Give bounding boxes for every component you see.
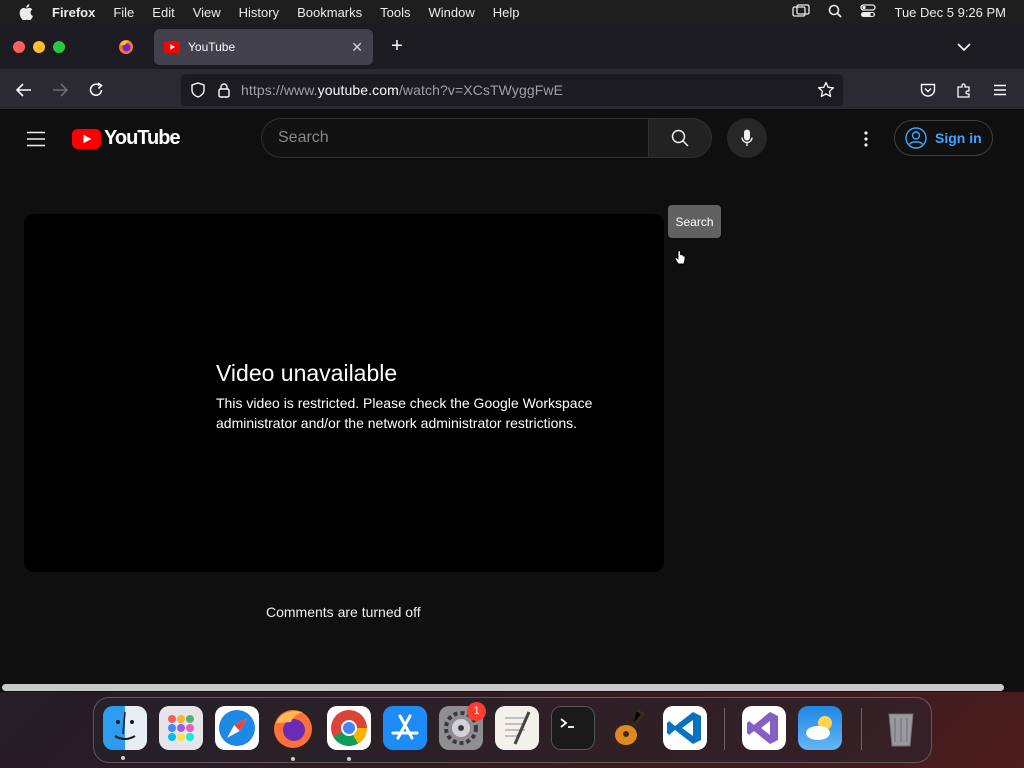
dock [93,697,932,763]
dock-chrome-icon[interactable] [327,706,371,750]
video-player[interactable]: Video unavailable This video is restrict… [24,214,664,572]
navigation-toolbar: https://www.youtube.com/watch?v=XCsTWygg… [0,70,1024,110]
search-icon [671,129,689,147]
url-prefix: https://www. [241,82,318,98]
tab-youtube[interactable]: YouTube ✕ [154,29,373,65]
menu-app-firefox[interactable]: Firefox [52,5,104,20]
tracking-protection-shield-icon[interactable] [189,81,207,99]
comments-status: Comments are turned off [266,604,421,620]
search-tooltip: Search [668,205,721,238]
youtube-header: YouTube Sign in [0,111,1024,167]
youtube-page: YouTube Sign in Search [0,111,1024,692]
settings-more-button[interactable] [855,127,877,151]
menu-file[interactable]: File [104,5,143,20]
spotlight-search-icon[interactable] [828,4,843,21]
voice-search-button[interactable] [727,118,767,158]
error-message: Video unavailable This video is restrict… [216,360,636,433]
pocket-button[interactable] [918,80,938,100]
firefox-icon [119,40,133,54]
address-bar[interactable]: https://www.youtube.com/watch?v=XCsTWygg… [181,74,843,106]
control-center-icon[interactable] [860,3,877,21]
dock-launchpad-icon[interactable] [159,706,203,750]
dock-running-indicator [291,757,295,761]
new-tab-button[interactable]: + [386,35,408,57]
dock-weather-icon[interactable] [798,706,842,750]
search-input[interactable] [278,129,648,147]
tab-title: YouTube [188,40,236,54]
minimize-window-button[interactable] [33,41,45,53]
back-arrow-icon [16,83,31,97]
dock-garageband-icon[interactable] [607,706,651,750]
url-text: https://www.youtube.com/watch?v=XCsTWygg… [241,82,563,98]
menu-window[interactable]: Window [420,5,484,20]
dock-trash-icon[interactable] [879,706,923,750]
microphone-icon [741,129,753,146]
dock-separator [861,708,862,750]
notification-badge: 1 [467,702,486,721]
search-button[interactable] [648,118,712,158]
dock-running-indicator [121,756,125,760]
youtube-play-logo-icon [72,128,101,149]
dock-terminal-icon[interactable] [551,706,595,750]
url-domain: youtube.com [317,82,399,98]
menu-bookmarks[interactable]: Bookmarks [288,5,371,20]
sign-in-button[interactable]: Sign in [894,120,993,156]
close-tab-icon[interactable]: ✕ [351,39,363,56]
forward-button[interactable] [50,80,70,100]
close-window-button[interactable] [13,41,25,53]
hamburger-menu-icon [27,131,45,147]
screen-mirroring-icon[interactable] [792,3,811,21]
firefox-window: YouTube ✕ + https://www.youtube.com/watc… [0,24,1024,692]
menu-history[interactable]: History [230,5,288,20]
pinned-tab-firefox[interactable] [112,35,140,59]
vertical-dots-icon [864,131,868,147]
hamburger-menu-icon [994,84,1006,96]
search-field[interactable] [261,118,648,158]
back-button[interactable] [14,80,34,100]
dock-app-store-icon[interactable] [383,706,427,750]
menu-clock[interactable]: Tue Dec 5 9:26 PM [894,5,1006,20]
apple-menu-icon[interactable] [0,4,52,20]
dock-running-indicator [347,757,351,761]
guide-menu-button[interactable] [24,129,48,149]
youtube-logo[interactable]: YouTube [72,127,181,150]
zoom-window-button[interactable] [53,41,65,53]
bookmark-star-icon[interactable] [817,81,835,102]
youtube-wordmark: YouTube [104,127,181,149]
dock-finder-icon[interactable] [103,706,147,750]
dock-firefox-icon[interactable] [271,706,315,750]
extensions-button[interactable] [954,80,974,100]
dock-safari-icon[interactable] [215,706,259,750]
horizontal-scrollbar[interactable] [2,684,1004,691]
dock-textedit-icon[interactable] [495,706,539,750]
forward-arrow-icon [53,83,68,97]
error-description: This video is restricted. Please check t… [216,395,593,431]
lock-icon[interactable] [215,81,233,99]
youtube-favicon-icon [164,41,180,53]
menu-view[interactable]: View [184,5,230,20]
dock-vscode-icon[interactable] [663,706,707,750]
app-menu-button[interactable] [990,80,1010,100]
menu-bar: Firefox File Edit View History Bookmarks… [0,0,1024,24]
url-path: /watch?v=XCsTWyggFwE [398,82,564,98]
sign-in-label: Sign in [935,130,982,146]
error-title: Video unavailable [216,360,398,386]
dock-visual-studio-icon[interactable] [742,706,786,750]
mouse-pointer-hand-icon [674,250,686,271]
list-all-tabs-icon[interactable] [954,37,974,57]
tab-bar: YouTube ✕ + [0,24,1024,70]
menu-help[interactable]: Help [484,5,529,20]
puzzle-piece-icon [957,83,970,98]
dock-separator [724,708,725,750]
menu-tools[interactable]: Tools [371,5,419,20]
account-circle-icon [905,127,927,149]
menu-edit[interactable]: Edit [143,5,183,20]
pocket-icon [920,83,936,97]
reload-icon [89,82,103,96]
reload-button[interactable] [86,80,106,100]
